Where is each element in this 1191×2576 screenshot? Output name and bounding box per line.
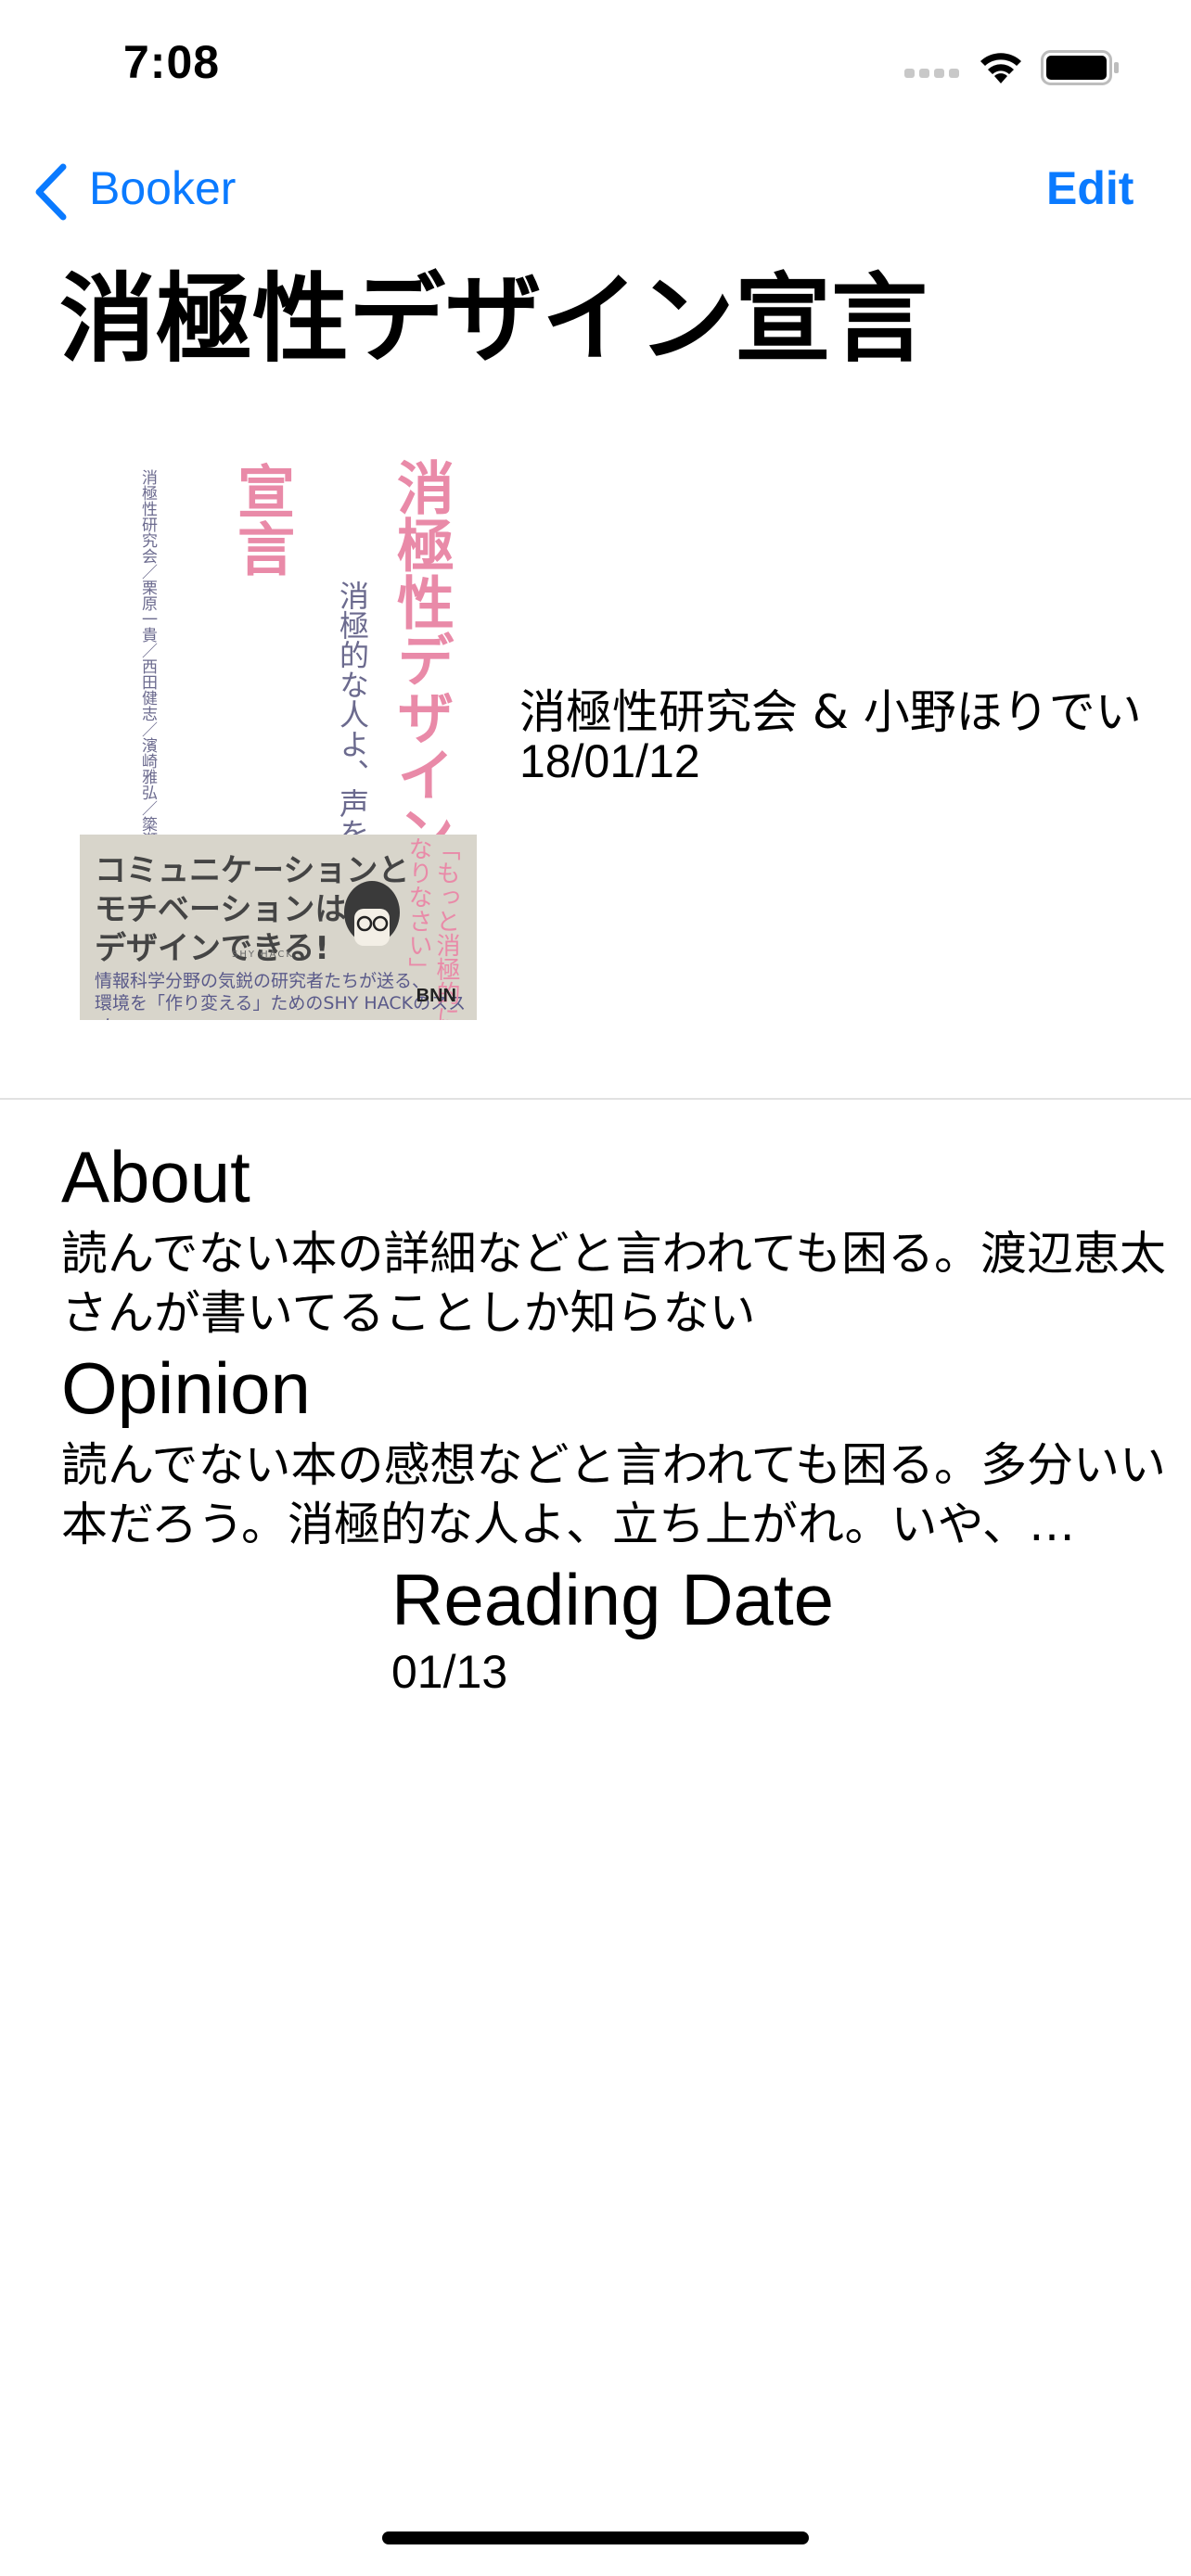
divider — [0, 1098, 1191, 1100]
chevron-left-icon[interactable] — [33, 163, 69, 221]
reading-date-value: 01/13 — [391, 1646, 508, 1698]
wifi-icon — [980, 53, 1021, 83]
opinion-heading: Opinion — [61, 1347, 311, 1429]
cellular-signal-icon — [904, 69, 962, 80]
battery-icon — [1041, 50, 1119, 85]
book-published-date: 18/01/12 — [519, 735, 700, 787]
home-indicator[interactable] — [382, 2531, 809, 2544]
cover-title-sub: 宣言 — [227, 462, 295, 577]
page-title: 消極性デザイン宣言 — [59, 262, 928, 376]
character-face-icon — [344, 881, 400, 946]
book-cover-image: 消極性研究会／栗原一貴／西田健志／濱崎雅弘／簗瀬洋平／渡邊恵太 著 宣言 消極的… — [80, 441, 477, 1020]
book-author: 消極性研究会 & 小野ほりでい — [519, 685, 1142, 739]
opinion-text: 読んでない本の感想などと言われても困る。多分いい本だろう。消極的な人よ、立ち上が… — [61, 1438, 1166, 1551]
cover-band-tag: SHY HACK — [232, 950, 294, 960]
status-time: 7:08 — [123, 36, 221, 88]
about-heading: About — [61, 1136, 250, 1218]
cover-band: コミュニケーションと モチベーションは デザインできる! SHY HACK 情報… — [80, 835, 477, 1020]
publisher-logo: BNN — [416, 986, 456, 1006]
cover-title-main: 消極性デザイン — [387, 458, 455, 861]
edit-button[interactable]: Edit — [1046, 161, 1133, 215]
back-button[interactable]: Booker — [89, 161, 236, 215]
reading-date-heading: Reading Date — [391, 1559, 834, 1640]
about-text: 読んでない本の詳細などと言われても困る。渡辺恵太さんが書いてることしか知らない — [61, 1227, 1166, 1340]
